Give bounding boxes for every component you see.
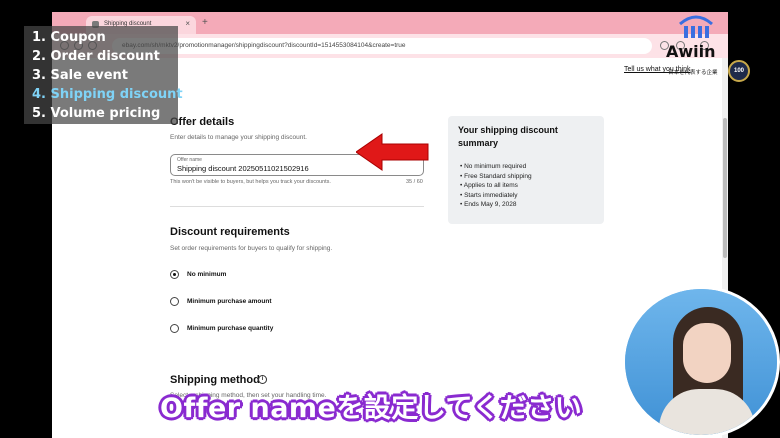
logo-building-icon	[679, 15, 713, 38]
radio-selected-icon[interactable]	[170, 270, 179, 279]
radio-minimum-purchase-quantity[interactable]: Minimum purchase quantity	[170, 323, 370, 335]
scrollbar-thumb[interactable]	[723, 118, 727, 258]
menu-item-shipping-discount: 4. Shipping discount	[32, 87, 183, 102]
discount-requirements-heading: Discount requirements	[170, 226, 290, 238]
radio-unselected-icon[interactable]	[170, 324, 179, 333]
summary-item: Ends May 9, 2028	[460, 200, 532, 210]
summary-item: Free Standard shipping	[460, 172, 532, 182]
radio-label: No minimum	[187, 271, 227, 278]
shipping-method-heading: Shipping method	[170, 374, 260, 386]
red-arrow-icon	[356, 133, 429, 171]
summary-item: No minimum required	[460, 162, 532, 172]
new-tab-button[interactable]: +	[202, 17, 208, 28]
menu-item-volume-pricing: 5. Volume pricing	[32, 106, 161, 121]
offer-details-heading: Offer details	[170, 116, 235, 128]
radio-label: Minimum purchase quantity	[187, 325, 274, 332]
summary-panel: Your shipping discount summary No minimu…	[448, 116, 604, 224]
summary-item: Applies to all items	[460, 181, 532, 191]
section-divider	[170, 206, 424, 207]
menu-item-sale-event: 3. Sale event	[32, 68, 129, 83]
radio-unselected-icon[interactable]	[170, 297, 179, 306]
step-menu-overlay: 1. Coupon 2. Order discount 3. Sale even…	[24, 26, 183, 124]
summary-title: Your shipping discount summary	[458, 125, 558, 148]
info-icon[interactable]: i	[258, 375, 267, 384]
character-counter: 35 / 60	[406, 179, 423, 185]
tagline: 日本を代表する企業	[668, 70, 718, 76]
logo-text: Awiin	[666, 42, 716, 61]
subtitle-caption: Offer nameを設定してください	[160, 393, 583, 424]
discount-requirements-subtext: Set order requirements for buyers to qua…	[170, 245, 333, 252]
offer-details-subtext: Enter details to manage your shipping di…	[170, 134, 307, 141]
summary-item: Starts immediately	[460, 191, 532, 201]
summary-list: No minimum required Free Standard shippi…	[460, 162, 532, 210]
award-badge: 100	[728, 60, 750, 82]
video-frame: Shipping discount × + ebay.com/sh/mktv2/…	[0, 0, 780, 438]
url-field[interactable]: ebay.com/sh/mktv2/promotionmanager/shipp…	[112, 38, 652, 54]
radio-label: Minimum purchase amount	[187, 298, 272, 305]
menu-item-coupon: 1. Coupon	[32, 30, 106, 45]
menu-item-order-discount: 2. Order discount	[32, 49, 160, 64]
radio-minimum-purchase-amount[interactable]: Minimum purchase amount	[170, 296, 370, 308]
offer-name-value[interactable]: Shipping discount 20250511021502916	[177, 164, 309, 173]
radio-no-minimum[interactable]: No minimum	[170, 269, 370, 281]
offer-name-label: Offer name	[177, 157, 202, 163]
tab-close-icon[interactable]: ×	[185, 19, 190, 28]
presenter-face	[683, 323, 731, 383]
presenter-video	[622, 286, 780, 438]
offer-name-hint: This won't be visible to buyers, but hel…	[170, 179, 331, 185]
